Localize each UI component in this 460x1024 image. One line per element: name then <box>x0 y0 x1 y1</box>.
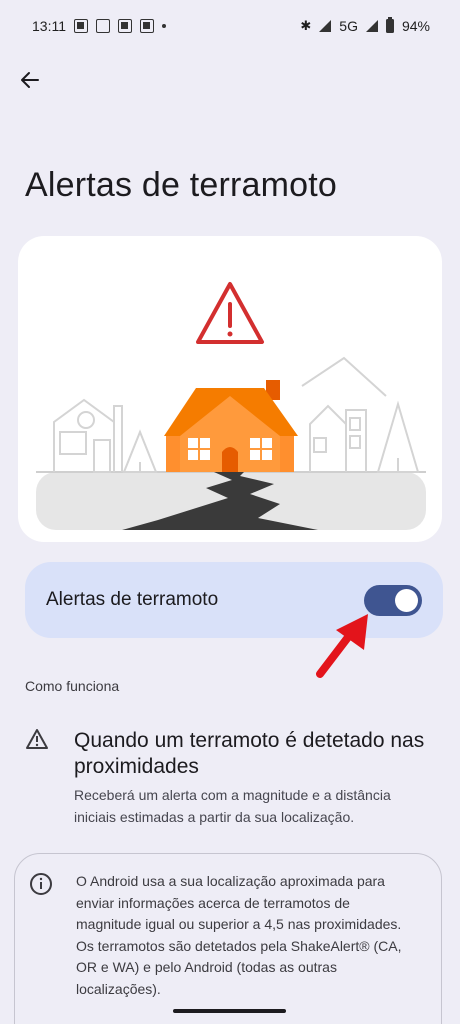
arrow-left-icon <box>21 72 39 88</box>
earthquake-alerts-switch[interactable] <box>364 584 422 616</box>
info-circle-icon <box>30 873 52 895</box>
earthquake-alerts-toggle-row[interactable]: Alertas de terramoto <box>25 562 443 638</box>
page-title: Alertas de terramoto <box>25 166 338 204</box>
info-description: Receberá um alerta com a magnitude e a d… <box>74 787 391 825</box>
toggle-label: Alertas de terramoto <box>46 589 219 610</box>
status-bar-right: ✱ 5G 94% <box>300 17 430 34</box>
red-annotation-arrow-icon <box>316 614 368 678</box>
illustration-card <box>18 236 442 542</box>
notification-app-icon <box>140 19 154 33</box>
wifi-signal-icon <box>319 20 332 32</box>
location-notice-card: O Android usa a sua localização aproxima… <box>14 853 442 1024</box>
notification-app-icon <box>118 19 132 33</box>
switch-thumb <box>395 588 418 612</box>
bluetooth-icon: ✱ <box>300 18 312 33</box>
earthquake-house-illustration <box>36 282 426 530</box>
notification-app-icon <box>74 19 88 33</box>
section-header-how-it-works: Como funciona <box>25 678 120 694</box>
network-type: 5G <box>339 18 358 34</box>
cell-signal-icon <box>365 20 378 32</box>
battery-icon <box>385 17 394 33</box>
notification-copy-icon <box>96 19 110 33</box>
back-button[interactable] <box>12 62 48 98</box>
info-title: Quando um terramoto é detetado nas proxi… <box>74 729 425 778</box>
status-time: 13:11 <box>32 18 66 34</box>
status-bar: 13:11 ✱ 5G 94% <box>0 0 460 52</box>
notice-text: O Android usa a sua localização aproxima… <box>76 873 402 997</box>
battery-percent: 94% <box>401 18 430 34</box>
more-notifications-dot-icon <box>162 24 166 28</box>
status-bar-left: 13:11 <box>32 18 166 34</box>
gesture-navigation-handle[interactable] <box>173 1009 286 1013</box>
warning-triangle-icon <box>26 729 48 749</box>
